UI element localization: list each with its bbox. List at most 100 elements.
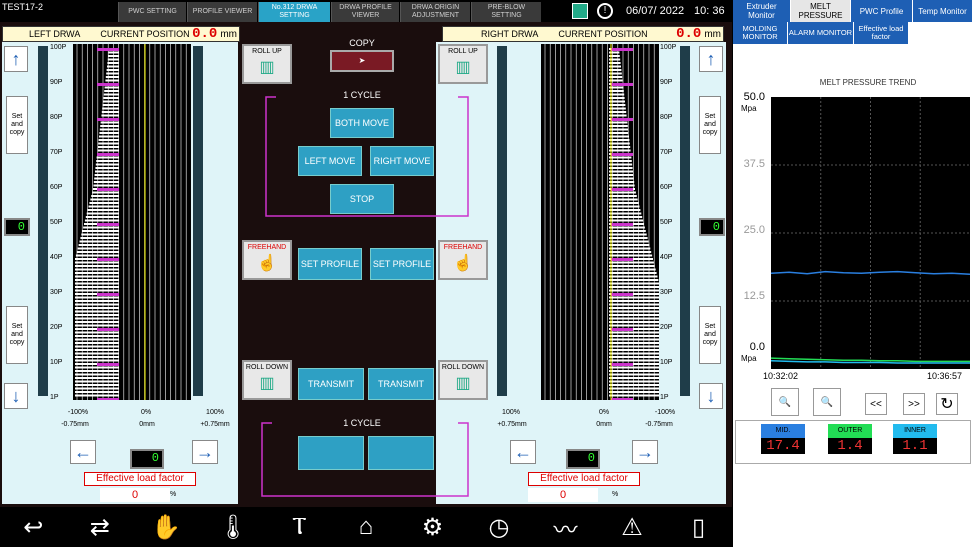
tab-profile-viewer[interactable]: PROFILE VIEWER: [187, 2, 257, 22]
gear-icon[interactable]: ⚙: [412, 513, 452, 542]
melt-pressure-trend-chart[interactable]: [770, 97, 971, 369]
tab-effective-load-factor[interactable]: Effective load factor: [854, 22, 909, 44]
profile-bar: [609, 366, 659, 369]
graph-icon[interactable]: 〰: [546, 510, 586, 545]
tab-drwa-setting[interactable]: No.312 DRWA SETTING: [258, 2, 330, 22]
left-set-copy-top-button[interactable]: Set and copy: [6, 96, 28, 154]
profile-marker: [97, 363, 119, 366]
tab-pwc-profile[interactable]: PWC Profile: [851, 0, 913, 22]
left-cycle-button[interactable]: [298, 436, 364, 470]
right-roll-up-button[interactable]: ROLL UP ▥: [438, 44, 488, 84]
refresh-icon[interactable]: ↻: [936, 393, 958, 415]
right-set-copy-bottom-button[interactable]: Set and copy: [699, 306, 721, 364]
left-set-copy-bottom-button[interactable]: Set and copy: [6, 306, 28, 364]
zoom-in-time-icon[interactable]: 🔍: [813, 388, 841, 416]
hand-icon[interactable]: ✋: [146, 513, 186, 542]
profile-bar: [609, 314, 659, 316]
parison-icon[interactable]: Ⲧ: [279, 513, 319, 541]
right-move-button[interactable]: RIGHT MOVE: [370, 146, 434, 176]
stop-button[interactable]: STOP: [330, 184, 394, 214]
right-roll-down-button[interactable]: ROLL DOWN ▥: [438, 360, 488, 400]
home-icon[interactable]: ⌂: [346, 513, 386, 541]
scroll-forward-button[interactable]: >>: [903, 393, 925, 415]
warning-icon[interactable]: ⚠: [612, 513, 652, 542]
profile-bar: [609, 146, 631, 148]
freehand-icon: ☝: [453, 255, 473, 272]
tab-alarm-monitor[interactable]: ALARM MONITOR: [788, 22, 854, 44]
left-freehand-button[interactable]: FREEHAND ☝: [242, 240, 292, 280]
copy-label: COPY: [349, 38, 375, 48]
profile-marker: [611, 363, 633, 366]
right-cycle-button[interactable]: [368, 436, 434, 470]
left-up-button[interactable]: ↑: [4, 46, 28, 72]
tab-drwa-origin-adjustment[interactable]: DRWA ORIGIN ADJUSTMENT: [400, 2, 470, 22]
left-down-button[interactable]: ↓: [4, 383, 28, 409]
right-move-right-button[interactable]: →: [632, 440, 658, 464]
left-move-left-button[interactable]: ←: [70, 440, 96, 464]
tab-extruder-monitor[interactable]: Extruder Monitor: [733, 0, 791, 22]
alarm-icon[interactable]: !: [597, 3, 613, 19]
tab-pre-blow-setting[interactable]: PRE-BLOW SETTING: [471, 2, 541, 22]
right-set-profile-button[interactable]: SET PROFILE: [370, 248, 434, 280]
left-set-profile-button[interactable]: SET PROFILE: [298, 248, 362, 280]
profile-bar: [609, 307, 659, 309]
p-tick: 100P: [660, 44, 677, 51]
manual-icon[interactable]: ▯: [679, 513, 719, 542]
profile-bar: [609, 251, 652, 253]
back-icon[interactable]: ↩: [13, 513, 53, 542]
copy-button[interactable]: ➤: [330, 50, 394, 72]
profile-marker: [97, 293, 119, 296]
right-transmit-button[interactable]: TRANSMIT: [368, 368, 434, 400]
right-profile-graph[interactable]: [541, 44, 659, 401]
tab-temp-monitor[interactable]: Temp Monitor: [913, 0, 973, 22]
left-scroll-bar[interactable]: [38, 46, 48, 396]
tab-drwa-profile-viewer[interactable]: DRWA PROFILE VIEWER: [331, 2, 399, 22]
tab-pwc-setting[interactable]: PWC SETTING: [118, 2, 186, 22]
left-profile-graph[interactable]: [73, 44, 191, 401]
right-freehand-button[interactable]: FREEHAND ☝: [438, 240, 488, 280]
profile-bar: [75, 331, 119, 334]
profile-bar: [94, 177, 119, 180]
clock-icon[interactable]: ◷: [479, 513, 519, 542]
p-tick: 1P: [660, 394, 669, 401]
right-header: RIGHT DRWA CURRENT POSITION 0.0 mm: [442, 26, 724, 42]
profile-bar: [83, 226, 119, 229]
tab-molding-monitor[interactable]: MOLDING MONITOR: [733, 22, 788, 44]
profile-bar: [106, 72, 119, 75]
right-up-button[interactable]: ↑: [699, 46, 723, 72]
scroll-back-button[interactable]: <<: [865, 393, 887, 415]
profile-bar: [86, 212, 119, 215]
profile-bar: [76, 251, 119, 253]
lamp-icon[interactable]: [572, 3, 588, 19]
profile-bar: [84, 219, 119, 222]
zoom-out-time-icon[interactable]: 🔍: [771, 388, 799, 416]
profile-bar: [609, 268, 656, 271]
profile-bar: [75, 366, 119, 369]
left-roll-down-button[interactable]: ROLL DOWN ▥: [242, 360, 292, 400]
profile-bar: [95, 163, 119, 166]
profile-bar: [103, 100, 119, 103]
profile-bar: [94, 174, 119, 176]
profile-bar: [609, 300, 659, 302]
profile-bar: [103, 97, 119, 99]
both-move-button[interactable]: BOTH MOVE: [330, 108, 394, 138]
profile-marker: [611, 83, 633, 86]
left-move-button[interactable]: LEFT MOVE: [298, 146, 362, 176]
right-down-button[interactable]: ↓: [699, 383, 723, 409]
thermometer-icon[interactable]: 🌡: [213, 513, 253, 542]
roll-up-icon: ▥: [455, 59, 471, 76]
y-tick-0: 0.0: [749, 341, 765, 353]
tab-melt-pressure[interactable]: MELT PRESSURE: [791, 0, 851, 22]
gauge-value: 17.4: [761, 438, 805, 454]
profile-bar: [75, 380, 119, 383]
right-set-copy-top-button[interactable]: Set and copy: [699, 96, 721, 154]
left-roll-up-button[interactable]: ROLL UP ▥: [242, 44, 292, 84]
swap-icon[interactable]: ⇄: [80, 513, 120, 542]
profile-bar: [75, 286, 119, 288]
left-move-right-button[interactable]: →: [192, 440, 218, 464]
profile-bar: [609, 261, 654, 264]
left-transmit-button[interactable]: TRANSMIT: [298, 368, 364, 400]
right-scroll-bar[interactable]: [680, 46, 690, 396]
right-axis-top-1: 0%: [598, 409, 610, 416]
right-move-left-button[interactable]: ←: [510, 440, 536, 464]
